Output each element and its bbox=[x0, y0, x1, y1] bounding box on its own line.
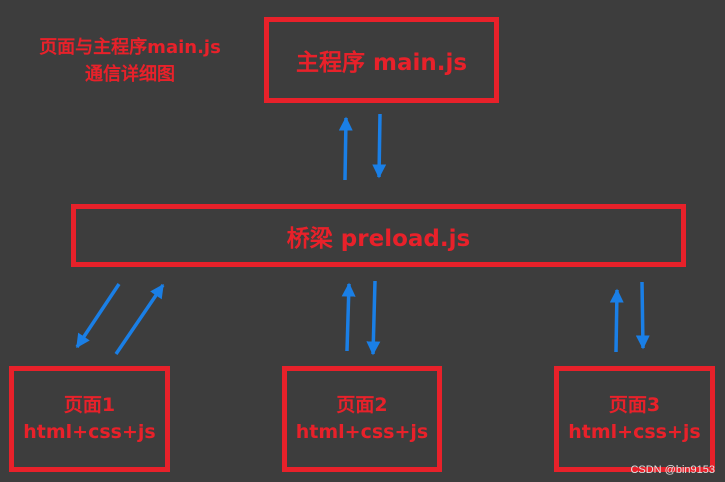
arrow-main-to-preload bbox=[372, 113, 387, 179]
arrow-preload-to-page-1 bbox=[75, 283, 121, 349]
arrow-preload-to-main bbox=[338, 116, 353, 181]
watermark: CSDN @bin9153 bbox=[630, 464, 715, 476]
connection-arrows bbox=[75, 113, 650, 356]
arrow-preload-to-page-2 bbox=[366, 280, 381, 356]
arrow-page-3-to-preload bbox=[609, 288, 624, 353]
arrow-preload-to-page-3 bbox=[635, 281, 650, 350]
arrow-page-1-to-preload bbox=[114, 283, 165, 355]
arrow-page-2-to-preload bbox=[341, 282, 356, 352]
